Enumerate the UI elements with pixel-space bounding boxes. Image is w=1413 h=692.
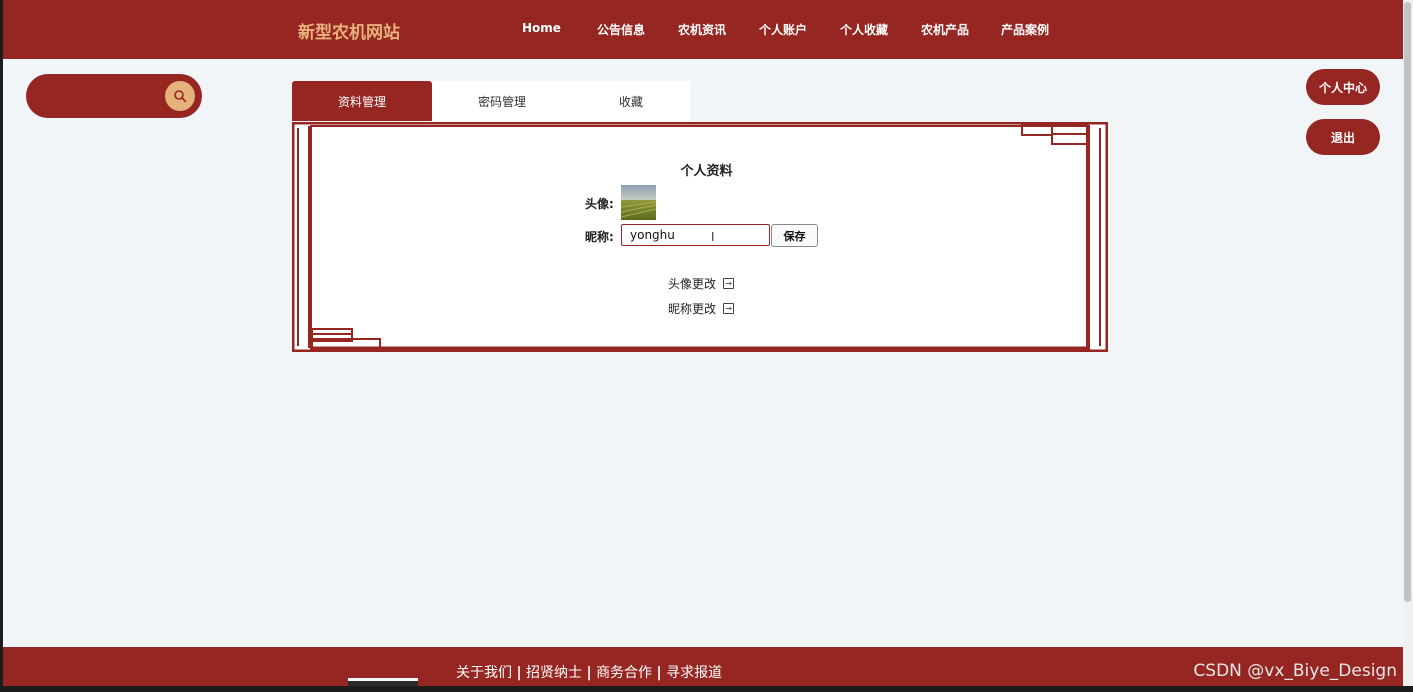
arrow-right-icon: →: [723, 278, 735, 289]
change-avatar-label: 头像更改: [668, 277, 717, 291]
window-frame-bottom: [0, 686, 1413, 692]
site-logo[interactable]: 新型农机网站: [298, 18, 400, 43]
change-nickname-link[interactable]: 昵称更改 →: [668, 300, 735, 317]
window-frame-left: [0, 0, 3, 692]
personal-center-button[interactable]: 个人中心: [1306, 69, 1380, 105]
logout-button[interactable]: 退出: [1306, 119, 1380, 155]
avatar-image[interactable]: [621, 185, 656, 220]
nav-announcements[interactable]: 公告信息: [597, 21, 645, 38]
nickname-input[interactable]: [621, 224, 770, 246]
nickname-label: 昵称:: [585, 230, 614, 244]
search-button[interactable]: [165, 81, 195, 111]
nav-products[interactable]: 农机产品: [921, 21, 969, 38]
footer-link-careers[interactable]: 招贤纳士: [526, 665, 582, 681]
nav-favorites[interactable]: 个人收藏: [840, 21, 888, 38]
footer-separator: |: [586, 665, 592, 681]
tab-favorites[interactable]: 收藏: [572, 81, 690, 121]
footer-link-about[interactable]: 关于我们: [456, 665, 512, 681]
footer-link-press[interactable]: 寻求报道: [666, 665, 722, 681]
arrow-right-icon: →: [723, 303, 735, 314]
scrollbar-thumb[interactable]: [1404, 2, 1411, 602]
text-cursor-icon: I: [711, 230, 715, 244]
change-nickname-label: 昵称更改: [668, 302, 717, 316]
nav-personal-account[interactable]: 个人账户: [759, 21, 807, 38]
save-button[interactable]: 保存: [771, 224, 818, 247]
change-avatar-link[interactable]: 头像更改 →: [668, 275, 735, 292]
footer-separator: |: [656, 665, 662, 681]
footer-separator: |: [516, 665, 522, 681]
footer-links: 关于我们 | 招贤纳士 | 商务合作 | 寻求报道: [456, 662, 722, 682]
avatar-label: 头像:: [585, 197, 614, 211]
nav-home[interactable]: Home: [522, 21, 561, 35]
csdn-watermark: CSDN @vx_Biye_Design: [1193, 661, 1397, 681]
tab-profile-management[interactable]: 资料管理: [292, 81, 432, 121]
footer-link-business[interactable]: 商务合作: [596, 665, 652, 681]
profile-section-title: 个人资料: [680, 164, 733, 179]
nav-machinery-news[interactable]: 农机资讯: [678, 21, 726, 38]
nav-product-cases[interactable]: 产品案例: [1001, 21, 1049, 38]
tab-password-management[interactable]: 密码管理: [432, 81, 572, 121]
search-icon: [174, 90, 187, 103]
